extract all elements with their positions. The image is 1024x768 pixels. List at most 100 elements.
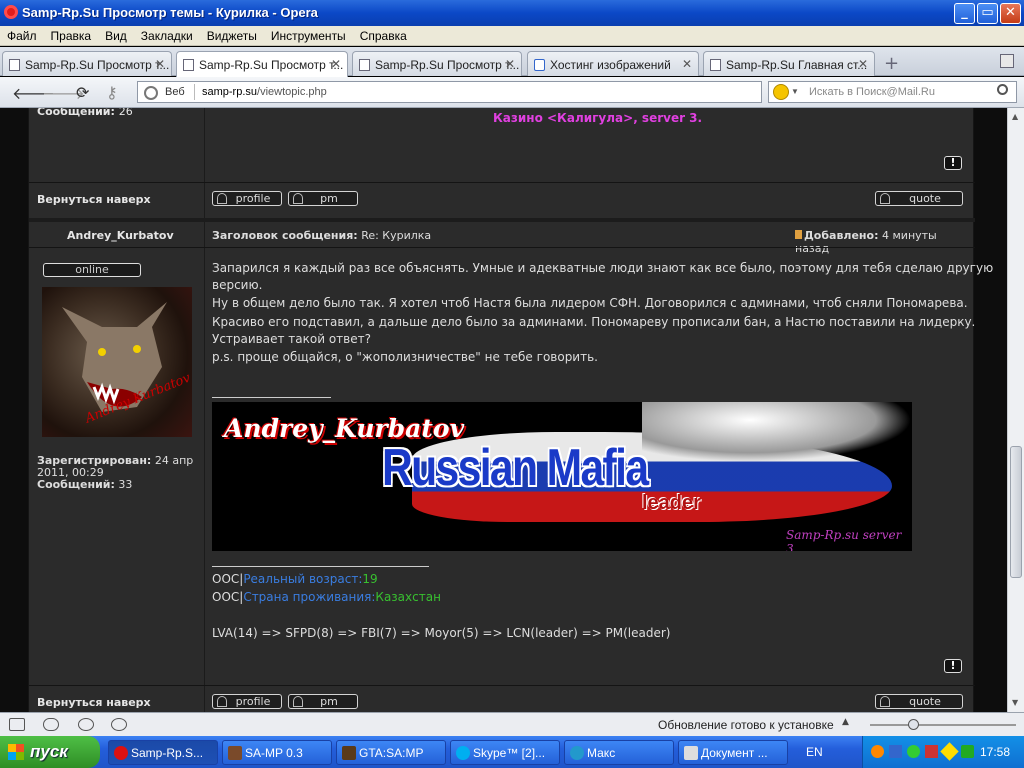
tab-close-icon[interactable]: ✕	[155, 57, 165, 71]
taskbar-label: SA-MP 0.3	[245, 746, 303, 760]
key-icon[interactable]: ⚷	[106, 83, 118, 102]
tab-close-icon[interactable]: ✕	[331, 57, 341, 71]
tray-status-icon[interactable]	[907, 745, 920, 758]
tray-app-icon[interactable]	[871, 745, 884, 758]
unite-cloud-icon[interactable]	[43, 718, 59, 731]
tab-close-icon[interactable]: ✕	[682, 57, 692, 71]
taskbar-item-gta[interactable]: GTA:SA:MP	[336, 740, 446, 765]
post-author[interactable]: Andrey_Kurbatov	[67, 229, 174, 242]
window-titlebar: Samp-Rp.Su Просмотр темы - Курилка - Ope…	[0, 0, 1024, 26]
page-icon	[9, 59, 20, 71]
search-field[interactable]: ▼ Искать в Поиск@Mail.Ru	[768, 81, 1017, 103]
avatar: Andrey Kurbatov	[42, 287, 192, 437]
tab-1[interactable]: Samp-Rp.Su Просмотр т... ✕	[2, 51, 172, 76]
pm-label: pm	[320, 695, 338, 708]
closed-tabs-trash-icon[interactable]	[1000, 54, 1014, 68]
quote-button[interactable]: quote	[875, 191, 963, 206]
windows-flag-icon	[8, 744, 24, 760]
panel-toggle-icon[interactable]	[9, 718, 25, 731]
tray-network-icon[interactable]	[889, 745, 902, 758]
tab-5[interactable]: Samp-Rp.Su Главная ст... ✕	[703, 51, 875, 76]
hosting-icon	[534, 59, 545, 71]
back-to-top-link[interactable]: Вернуться наверх	[37, 696, 151, 709]
posts-label: Сообщений:	[37, 108, 115, 118]
chevron-down-icon[interactable]: ▼	[791, 87, 799, 96]
menu-tools[interactable]: Инструменты	[264, 26, 353, 43]
taskbar-item-chat[interactable]: Макс	[564, 740, 674, 765]
taskbar-item-opera[interactable]: Samp-Rp.S...	[108, 740, 218, 765]
taskbar-label: Макс	[587, 746, 616, 760]
search-icon[interactable]	[997, 84, 1008, 95]
sig-ooc-country: OOC|Страна проживания:Казахстан	[212, 588, 441, 606]
pm-button[interactable]: pm	[288, 694, 358, 709]
menu-bookmarks[interactable]: Закладки	[134, 26, 200, 43]
globe-icon	[144, 86, 158, 100]
post-line: Ну в общем дело было так. Я хотел чтоб Н…	[212, 296, 968, 310]
reload-icon[interactable]: ⟳	[76, 83, 89, 102]
zoom-slider[interactable]	[870, 719, 1016, 730]
taskbar-label: Skype™ [2]...	[473, 746, 546, 760]
tray-volume-icon[interactable]	[925, 745, 938, 758]
skype-icon	[456, 746, 470, 760]
post-subject: Заголовок сообщения: Re: Курилка	[212, 229, 431, 242]
taskbar-item-samp[interactable]: SA-MP 0.3	[222, 740, 332, 765]
clock[interactable]: 17:58	[980, 745, 1010, 759]
tab-label: Samp-Rp.Su Просмотр т...	[25, 58, 170, 72]
zoom-knob[interactable]	[908, 719, 919, 730]
speed-dial-icon[interactable]	[111, 718, 127, 731]
row-divider	[29, 182, 975, 183]
turbo-icon[interactable]	[78, 718, 94, 731]
tab-4[interactable]: Хостинг изображений ✕	[527, 51, 699, 76]
taskbar-item-skype[interactable]: Skype™ [2]...	[450, 740, 560, 765]
tab-2[interactable]: Samp-Rp.Su Просмотр т... ✕	[176, 51, 348, 77]
signature-divider	[212, 397, 331, 398]
posts-value: 26	[118, 108, 133, 118]
scroll-up-icon[interactable]: ▲	[1012, 112, 1018, 121]
tray-check-icon[interactable]	[961, 745, 974, 758]
language-indicator[interactable]: EN	[806, 745, 823, 759]
chat-icon	[570, 746, 584, 760]
update-status[interactable]: Обновление готово к установке	[658, 718, 834, 732]
search-engine-icon[interactable]	[773, 84, 789, 100]
maximize-button[interactable]: ▭	[977, 3, 998, 24]
profile-label: profile	[235, 695, 271, 708]
post-separator	[29, 218, 975, 222]
scroll-thumb[interactable]	[1010, 446, 1022, 578]
tab-label: Samp-Rp.Su Просмотр т...	[375, 58, 520, 72]
new-tab-button[interactable]: +	[884, 53, 899, 74]
tray-warning-icon[interactable]	[940, 742, 959, 761]
url-text: samp-rp.su/viewtopic.php	[202, 86, 327, 98]
menu-help[interactable]: Справка	[353, 26, 414, 43]
user-icon	[217, 193, 227, 204]
posts-value: 33	[118, 478, 133, 491]
menu-file[interactable]: Файл	[0, 26, 44, 43]
report-button[interactable]: !	[944, 659, 962, 673]
report-button[interactable]: !	[944, 156, 962, 170]
banner-title: Russian Mafia	[382, 439, 649, 497]
subject-value: Re: Курилка	[361, 229, 432, 242]
author-info: Зарегистрирован: 24 апр 2011, 00:29 Сооб…	[37, 455, 197, 491]
signature-divider-2	[212, 566, 429, 567]
profile-button[interactable]: profile	[212, 191, 282, 206]
profile-button[interactable]: profile	[212, 694, 282, 709]
quote-label: quote	[909, 695, 941, 708]
menu-view[interactable]: Вид	[98, 26, 134, 43]
chevron-up-icon[interactable]: ▲	[842, 717, 849, 727]
quote-button[interactable]: quote	[875, 694, 963, 709]
menu-widgets[interactable]: Виджеты	[200, 26, 264, 43]
taskbar-label: Samp-Rp.S...	[131, 746, 204, 760]
tab-close-icon[interactable]: ✕	[858, 57, 868, 71]
vertical-scrollbar[interactable]: ▲ ▼	[1007, 108, 1024, 712]
scroll-down-icon[interactable]: ▼	[1012, 698, 1018, 707]
close-button[interactable]: ✕	[1000, 3, 1021, 24]
start-button[interactable]: пуск	[0, 736, 100, 768]
back-to-top-link[interactable]: Вернуться наверх	[37, 193, 151, 206]
tab-close-icon[interactable]: ✕	[505, 57, 515, 71]
minimize-button[interactable]: _	[954, 3, 975, 24]
menu-edit[interactable]: Правка	[44, 26, 99, 43]
tab-3[interactable]: Samp-Rp.Su Просмотр т... ✕	[352, 51, 522, 76]
tab-label: Samp-Rp.Su Просмотр т...	[199, 58, 344, 72]
pm-button[interactable]: pm	[288, 191, 358, 206]
address-field[interactable]: Веб samp-rp.su/viewtopic.php	[137, 81, 762, 103]
taskbar-item-document[interactable]: Документ ...	[678, 740, 788, 765]
